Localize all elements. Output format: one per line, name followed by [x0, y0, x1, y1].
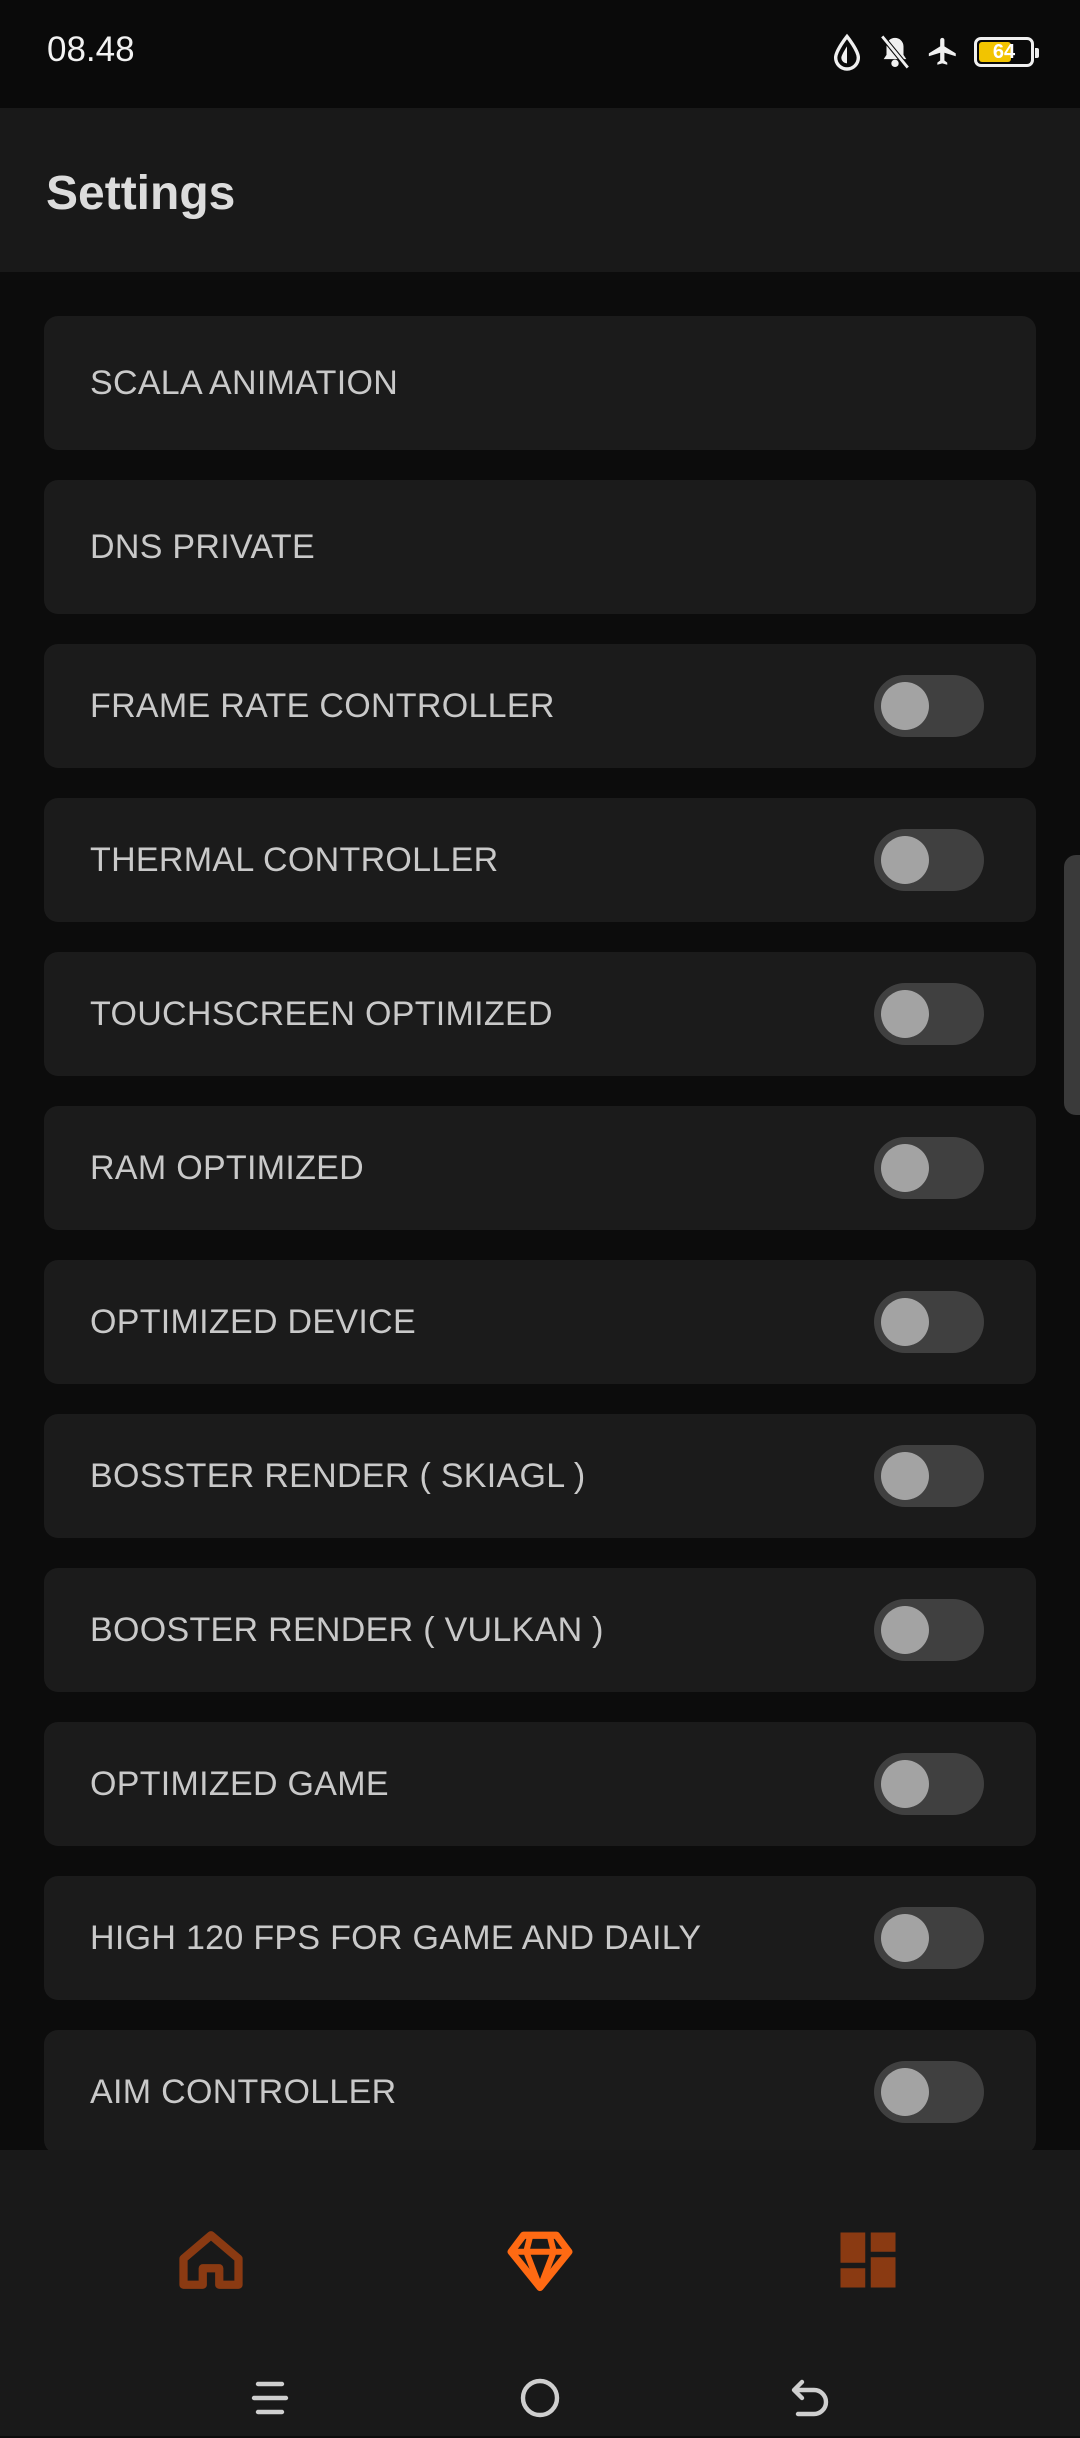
system-home-button[interactable] — [500, 2358, 580, 2438]
setting-label: AIM CONTROLLER — [90, 2072, 397, 2111]
notifications-off-icon — [880, 34, 910, 70]
toggle-knob — [881, 1606, 929, 1654]
ram-optimized-toggle[interactable] — [874, 1137, 984, 1199]
toggle-knob — [881, 836, 929, 884]
system-menu-button[interactable] — [230, 2358, 310, 2438]
dashboard-icon — [840, 2232, 896, 2288]
setting-label: FRAME RATE CONTROLLER — [90, 686, 555, 725]
booster-render-skiagl-toggle[interactable] — [874, 1445, 984, 1507]
toggle-knob — [881, 990, 929, 1038]
setting-ram-optimized: RAM OPTIMIZED — [44, 1106, 1036, 1230]
optimized-game-toggle[interactable] — [874, 1753, 984, 1815]
toggle-knob — [881, 1298, 929, 1346]
frame-rate-controller-toggle[interactable] — [874, 675, 984, 737]
setting-aim-controller: AIM CONTROLLER — [44, 2030, 1036, 2154]
home-icon — [179, 2231, 243, 2289]
app-bar: Settings — [0, 108, 1080, 272]
setting-frame-rate-controller: FRAME RATE CONTROLLER — [44, 644, 1036, 768]
setting-label: RAM OPTIMIZED — [90, 1148, 365, 1187]
setting-touchscreen-optimized: TOUCHSCREEN OPTIMIZED — [44, 952, 1036, 1076]
diamond-icon — [507, 2231, 573, 2292]
setting-optimized-device: OPTIMIZED DEVICE — [44, 1260, 1036, 1384]
settings-list: SCALA ANIMATION DNS PRIVATE FRAME RATE C… — [44, 316, 1036, 2184]
status-icons: 64 — [830, 32, 1039, 72]
setting-high-120-fps: HIGH 120 FPS FOR GAME AND DAILY — [44, 1876, 1036, 2000]
toggle-knob — [881, 1144, 929, 1192]
page-title: Settings — [46, 167, 236, 220]
setting-label: DNS PRIVATE — [90, 527, 315, 566]
system-back-button[interactable] — [770, 2358, 850, 2438]
setting-booster-render-vulkan: BOOSTER RENDER ( VULKAN ) — [44, 1568, 1036, 1692]
setting-label: TOUCHSCREEN OPTIMIZED — [90, 994, 553, 1033]
battery-icon: 64 — [974, 37, 1039, 67]
nav-dashboard-button[interactable] — [808, 2200, 928, 2320]
setting-label: OPTIMIZED DEVICE — [90, 1302, 416, 1341]
setting-label: BOOSTER RENDER ( VULKAN ) — [90, 1610, 604, 1649]
booster-render-vulkan-toggle[interactable] — [874, 1599, 984, 1661]
bottom-navigation — [0, 2150, 1080, 2436]
back-icon — [791, 2379, 829, 2417]
setting-label: OPTIMIZED GAME — [90, 1764, 389, 1803]
high-120-fps-toggle[interactable] — [874, 1907, 984, 1969]
airplane-mode-icon — [928, 37, 956, 65]
toggle-knob — [881, 1760, 929, 1808]
setting-label: THERMAL CONTROLLER — [90, 840, 499, 879]
thermal-controller-toggle[interactable] — [874, 829, 984, 891]
status-bar: 08.48 64 — [0, 0, 1080, 108]
optimized-device-toggle[interactable] — [874, 1291, 984, 1353]
toggle-knob — [881, 682, 929, 730]
touchscreen-optimized-toggle[interactable] — [874, 983, 984, 1045]
setting-booster-render-skiagl: BOSSTER RENDER ( SKIAGL ) — [44, 1414, 1036, 1538]
home-circle-icon — [520, 2378, 560, 2418]
setting-scala-animation[interactable]: SCALA ANIMATION — [44, 316, 1036, 450]
nav-diamond-button[interactable] — [480, 2200, 600, 2320]
setting-thermal-controller: THERMAL CONTROLLER — [44, 798, 1036, 922]
status-time: 08.48 — [47, 30, 135, 69]
toggle-knob — [881, 1452, 929, 1500]
data-saver-icon — [833, 33, 861, 71]
nav-home-button[interactable] — [151, 2200, 271, 2320]
setting-label: SCALA ANIMATION — [90, 363, 399, 402]
setting-optimized-game: OPTIMIZED GAME — [44, 1722, 1036, 1846]
menu-icon — [251, 2381, 289, 2415]
setting-label: HIGH 120 FPS FOR GAME AND DAILY — [90, 1918, 702, 1957]
setting-label: BOSSTER RENDER ( SKIAGL ) — [90, 1456, 586, 1495]
toggle-knob — [881, 1914, 929, 1962]
aim-controller-toggle[interactable] — [874, 2061, 984, 2123]
battery-level: 64 — [992, 40, 1016, 63]
edge-panel-handle[interactable] — [1064, 855, 1080, 1115]
setting-dns-private[interactable]: DNS PRIVATE — [44, 480, 1036, 614]
toggle-knob — [881, 2068, 929, 2116]
